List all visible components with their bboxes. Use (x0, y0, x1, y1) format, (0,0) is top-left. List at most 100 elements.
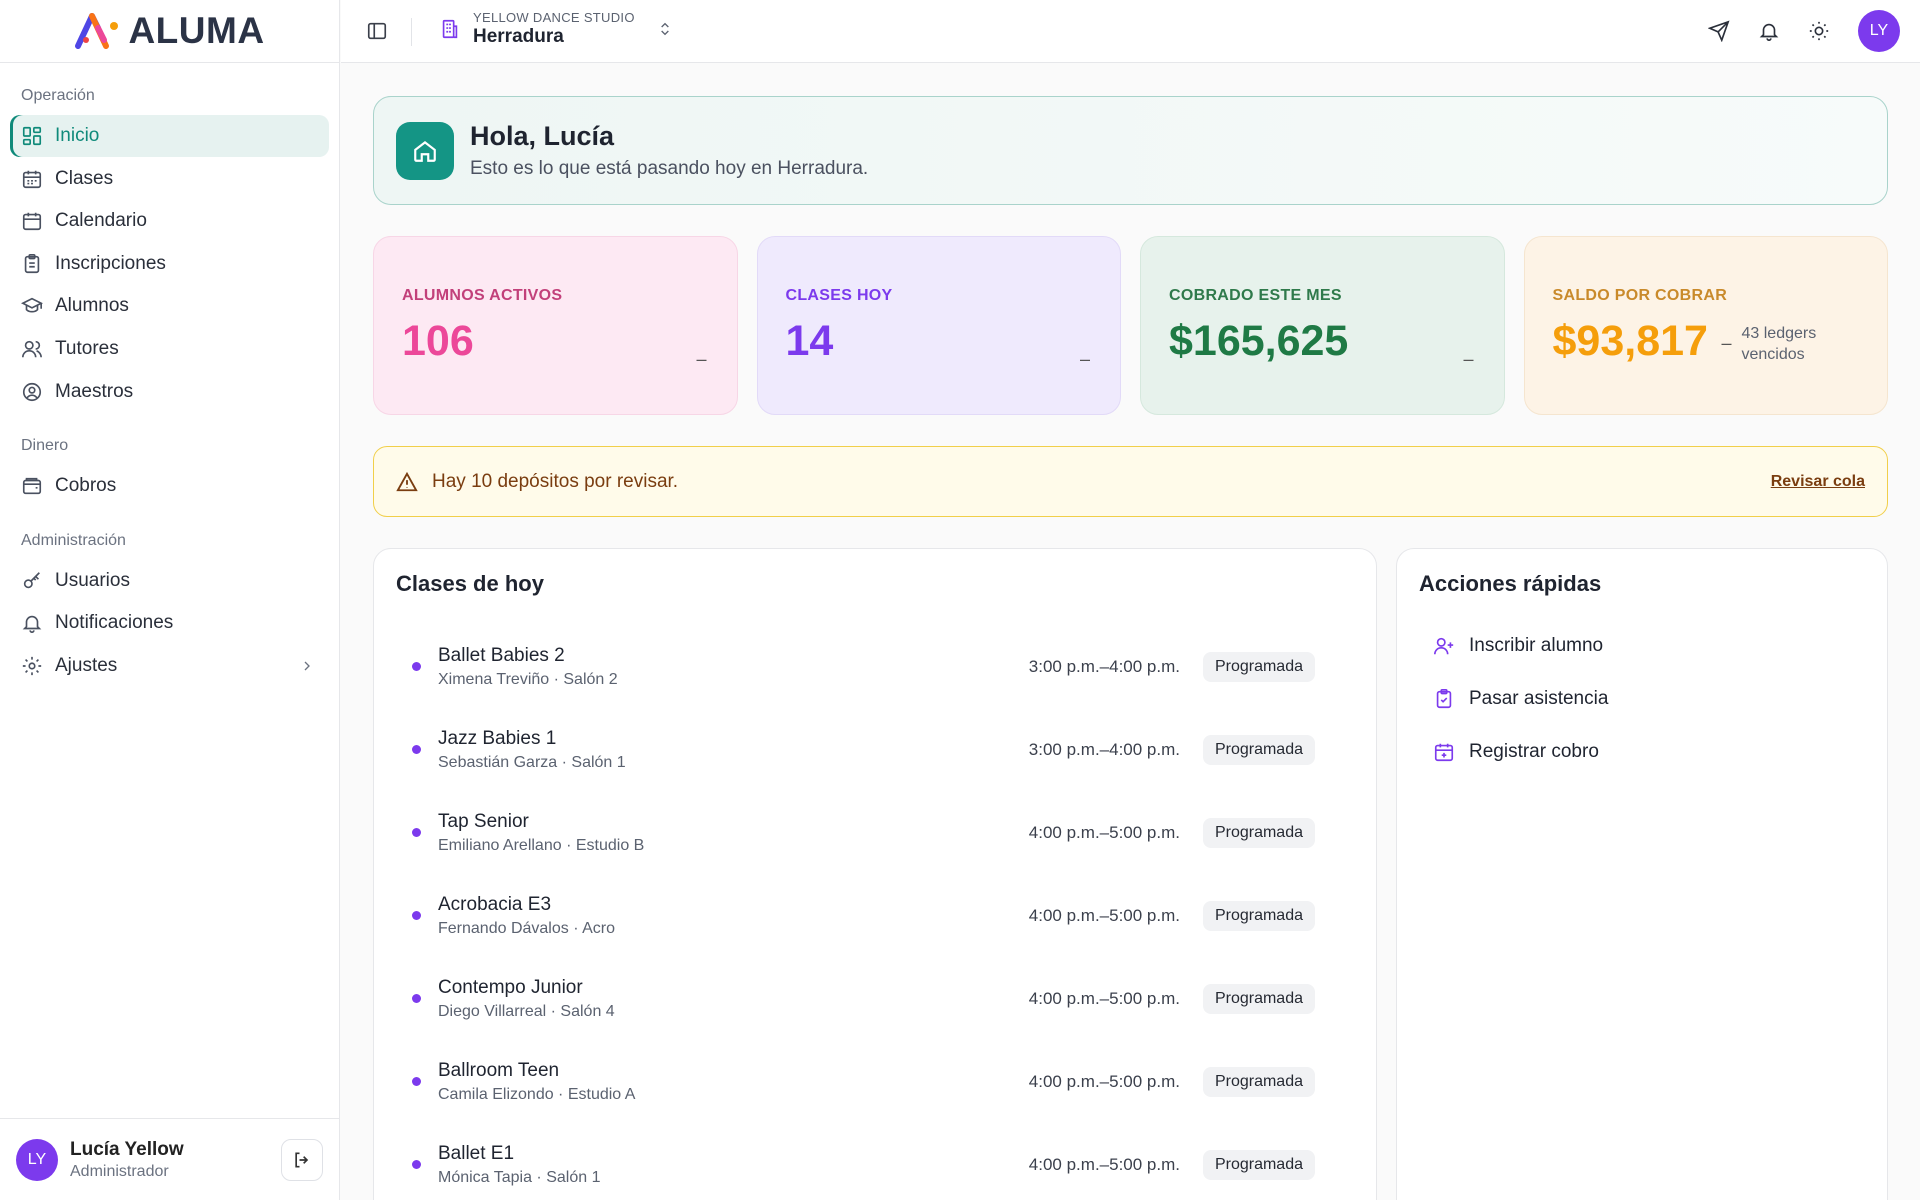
warning-icon (396, 471, 418, 491)
sidebar-item-label: Clases (55, 167, 114, 189)
sidebar-item-ajustes[interactable]: Ajustes (10, 645, 329, 687)
list-item[interactable]: Acrobacia E3 Fernando Dávalos · Acro 4:00… (396, 874, 1354, 957)
class-time: 3:00 p.m.–4:00 p.m. (1028, 656, 1180, 676)
class-details: Ximena Treviño · Salón 2 (438, 670, 618, 688)
list-item[interactable]: Ballet E1 Mónica Tapia · Salón 1 4:00 p.m… (396, 1123, 1354, 1200)
stat-label: ALUMNOS ACTIVOS (402, 287, 563, 304)
studio-label: YELLOW DANCE STUDIO (473, 10, 635, 25)
class-name: Ballet E1 (438, 1142, 515, 1164)
topbar-actions: LY (1708, 10, 1900, 52)
class-time: 4:00 p.m.–5:00 p.m. (1028, 822, 1180, 842)
sidebar-item-label: Cobros (55, 475, 117, 497)
sidebar-item-label: Tutores (55, 337, 119, 359)
topbar-avatar[interactable]: LY (1858, 10, 1900, 52)
sidebar-item-cobros[interactable]: Cobros (10, 465, 329, 507)
sidebar-item-maestros[interactable]: Maestros (10, 371, 329, 413)
status-badge: Programada (1202, 817, 1315, 848)
app-logo[interactable]: ALUMA (0, 0, 339, 63)
card-title: Acciones rápidas (1419, 571, 1602, 596)
sidebar-item-alumnos[interactable]: Alumnos (10, 285, 329, 327)
clipboard-check-icon (1436, 688, 1452, 708)
bell-icon[interactable] (1758, 20, 1780, 42)
list-item[interactable]: Contempo Junior Diego Villarreal · Salón … (396, 957, 1354, 1040)
avatar[interactable]: LY (16, 1138, 58, 1181)
key-icon (23, 571, 40, 588)
list-item[interactable]: Jazz Babies 1 Sebastián Garza · Salón 1 3… (396, 708, 1354, 791)
alert-text: Hay 10 depósitos por revisar. (432, 470, 679, 492)
class-time: 3:00 p.m.–4:00 p.m. (1028, 739, 1180, 759)
status-dot (412, 662, 421, 671)
class-details: Emiliano Arellano · Estudio B (438, 836, 645, 854)
logout-button[interactable] (281, 1138, 323, 1181)
wallet-icon (22, 477, 42, 495)
stat-card-clases-hoy[interactable]: CLASES HOY 14 – (756, 236, 1121, 415)
sidebar-toggle-button[interactable] (366, 20, 388, 42)
status-dot (412, 745, 421, 754)
status-badge: Programada (1202, 734, 1315, 765)
chevron-right-icon (304, 661, 310, 671)
class-name: Contempo Junior (438, 976, 583, 998)
class-name: Acrobacia E3 (438, 893, 552, 915)
take-attendance-button[interactable]: Pasar asistencia (1419, 672, 1865, 725)
sidebar-item-inicio[interactable]: Inicio (10, 115, 329, 157)
stat-value: 106 (402, 317, 474, 365)
status-dot (412, 994, 421, 1003)
stat-trend: – (1721, 333, 1732, 353)
sidebar-panel-icon (367, 22, 387, 40)
quick-action-label: Pasar asistencia (1469, 687, 1609, 709)
studio-selector[interactable]: YELLOW DANCE STUDIO Herradura (439, 10, 673, 48)
stat-value: $165,625 (1169, 317, 1349, 365)
sidebar-item-label: Inicio (55, 125, 100, 146)
graduation-cap-icon (21, 298, 43, 313)
user-name: Lucía Yellow (70, 1138, 184, 1160)
stat-card-saldo-por-cobrar[interactable]: SALDO POR COBRAR $93,817 – 43 ledgers ve… (1523, 236, 1888, 415)
class-details: Diego Villarreal · Salón 4 (438, 1002, 615, 1020)
list-item[interactable]: Ballroom Teen Camila Elizondo · Estudio A… (396, 1040, 1354, 1123)
main-content: Hola, Lucía Esto es lo que está pasando … (373, 96, 1888, 1200)
class-details: Sebastián Garza · Salón 1 (438, 753, 626, 771)
sidebar-item-clases[interactable]: Clases (10, 158, 329, 200)
sun-icon[interactable] (1808, 20, 1830, 42)
sidebar-item-label: Inscripciones (55, 252, 166, 274)
stat-value: 14 (785, 317, 834, 365)
user-profile: LY Lucía Yellow Administrador (0, 1118, 339, 1200)
class-name: Jazz Babies 1 (438, 727, 557, 749)
sidebar: ALUMA Operación Inicio Clases Calendario… (0, 0, 340, 1200)
stat-label: COBRADO ESTE MES (1169, 287, 1342, 304)
user-role: Administrador (70, 1162, 169, 1180)
list-item[interactable]: Ballet Babies 2 Ximena Treviño · Salón 2 … (396, 625, 1354, 708)
stat-card-alumnos-activos[interactable]: ALUMNOS ACTIVOS 106 – (373, 236, 738, 415)
stat-label: SALDO POR COBRAR (1552, 287, 1728, 304)
review-queue-link[interactable]: Revisar cola (1771, 473, 1865, 491)
dashboard-icon (22, 126, 42, 146)
enroll-student-button[interactable]: Inscribir alumno (1419, 619, 1865, 672)
users-icon (22, 340, 42, 358)
user-circle-icon (22, 382, 42, 401)
sidebar-item-usuarios[interactable]: Usuarios (10, 560, 329, 602)
quick-actions-card: Acciones rápidas Inscribir alumno Pasar … (1396, 548, 1888, 1200)
list-item[interactable]: Tap Senior Emiliano Arellano · Estudio B … (396, 791, 1354, 874)
sidebar-item-label: Usuarios (55, 569, 130, 591)
clipboard-list-icon (24, 253, 40, 273)
quick-action-label: Inscribir alumno (1469, 634, 1604, 656)
deposits-alert: Hay 10 depósitos por revisar. Revisar co… (373, 446, 1888, 517)
register-payment-button[interactable]: Registrar cobro (1419, 725, 1865, 778)
sidebar-item-notificaciones[interactable]: Notificaciones (10, 602, 329, 644)
quick-action-label: Registrar cobro (1469, 740, 1599, 762)
status-dot (412, 1160, 421, 1169)
status-dot (412, 911, 421, 920)
stat-note: 43 ledgers vencidos (1741, 325, 1817, 363)
class-name: Ballroom Teen (438, 1059, 560, 1081)
sidebar-item-inscripciones[interactable]: Inscripciones (10, 243, 329, 285)
calendar-days-icon (22, 170, 42, 188)
sidebar-item-calendario[interactable]: Calendario (10, 200, 329, 242)
quick-actions-list: Inscribir alumno Pasar asistencia Regist… (1419, 619, 1865, 778)
class-list: Ballet Babies 2 Ximena Treviño · Salón 2 … (396, 625, 1354, 1200)
stat-trend: – (1463, 349, 1474, 369)
sidebar-item-tutores[interactable]: Tutores (10, 328, 329, 370)
sidebar-item-label: Alumnos (55, 295, 129, 317)
stat-card-cobrado-este-mes[interactable]: COBRADO ESTE MES $165,625 – (1140, 236, 1505, 415)
send-icon[interactable] (1708, 20, 1730, 42)
status-badge: Programada (1202, 651, 1315, 682)
class-time: 4:00 p.m.–5:00 p.m. (1028, 905, 1180, 925)
